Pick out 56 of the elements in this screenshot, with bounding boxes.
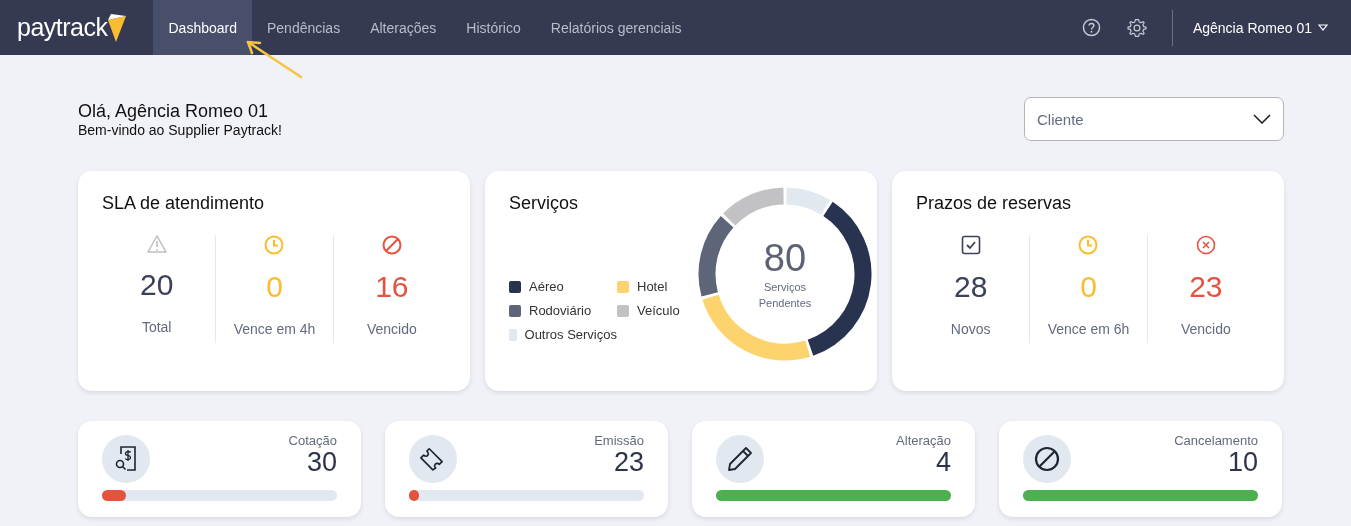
nav-tab[interactable]: Relatórios gerenciais [535, 0, 697, 55]
stat-label: Vence em 6h [1047, 321, 1130, 337]
caret-icon [1318, 24, 1328, 31]
pencil-icon [727, 446, 753, 472]
counter-label: Cancelamento [1174, 433, 1258, 448]
stat-value: 0 [1080, 270, 1097, 305]
help-button[interactable] [1081, 18, 1101, 37]
nav-tab[interactable]: Alterações [355, 0, 452, 55]
stat-value: 28 [953, 270, 988, 305]
counter-value: 10 [1227, 448, 1258, 478]
stat-label: Vencido [1180, 321, 1231, 337]
legend-label: Outros Serviços [524, 327, 617, 342]
counter-label: Cotação [288, 433, 337, 448]
legend-label: Hotel [637, 279, 668, 294]
counter-value: 4 [935, 448, 951, 478]
cancel-icon [1195, 235, 1216, 255]
logo-flag-icon [107, 13, 128, 42]
nav-tab[interactable]: Pendências [252, 0, 356, 55]
legend-label: Rodoviário [529, 303, 592, 318]
stat-value: 23 [1189, 270, 1223, 305]
stat-value: 16 [375, 270, 409, 305]
legend-label: Veículo [637, 303, 680, 318]
legend-label: Aéreo [529, 279, 564, 294]
checkbox-icon [960, 235, 981, 255]
stat-value: 0 [266, 270, 283, 305]
stat-label: Total [141, 319, 172, 335]
card-title: Serviços [508, 192, 580, 215]
logo-text: paytrack [17, 13, 108, 42]
total-value: 80 [763, 237, 807, 281]
counter-value: 30 [306, 448, 337, 478]
user-menu[interactable]: Agência Romeo 01 [1192, 19, 1328, 36]
stat-label: Vencido [366, 321, 417, 337]
ticket-icon [420, 446, 446, 472]
stat-label: Vence em 4h [233, 321, 316, 337]
quote-document-icon [114, 445, 138, 473]
greeting-subtitle: Bem-vindo ao Supplier Paytrack! [78, 122, 282, 138]
stat-value: 20 [139, 268, 174, 303]
card-title: SLA de atendimento [101, 192, 266, 215]
arrow-annotation [244, 38, 304, 80]
settings-button[interactable] [1126, 17, 1147, 38]
prohibited-icon [1034, 446, 1060, 472]
nav-tab[interactable]: Histórico [451, 0, 536, 55]
stat-label: Novos [950, 321, 991, 337]
total-label: Serviços Pendentes [757, 280, 813, 311]
counter-label: Alteração [896, 433, 951, 448]
counter-label: Emissão [594, 433, 644, 448]
card-title: Prazos de reservas [915, 192, 1073, 215]
warning-icon [146, 235, 167, 253]
greeting-title: Olá, Agência Romeo 01 [78, 101, 270, 122]
chevron-down-icon [1253, 114, 1271, 124]
clock-icon [264, 235, 285, 255]
prohibited-icon [381, 235, 402, 255]
nav-tab[interactable]: Dashboard [153, 0, 252, 55]
client-select[interactable]: Cliente [1024, 97, 1284, 141]
counter-value: 23 [613, 448, 644, 478]
clock-icon [1078, 235, 1099, 255]
